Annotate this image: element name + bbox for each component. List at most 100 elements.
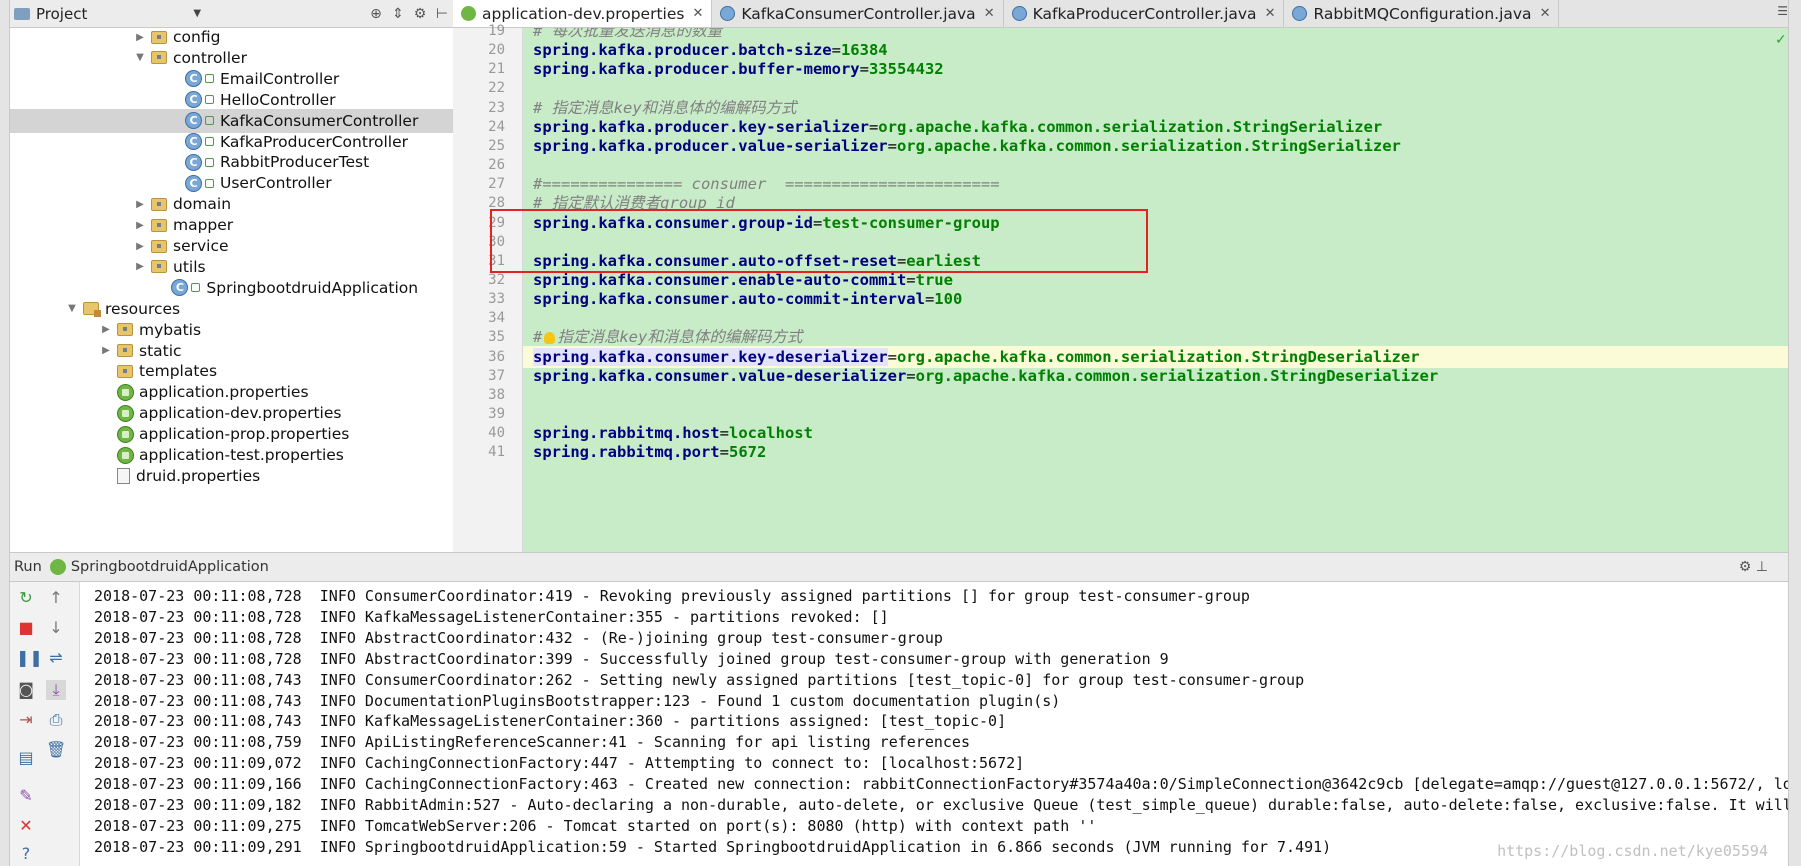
console-line: 2018-07-23 00:11:08,743 INFO ConsumerCoo… xyxy=(94,670,1305,689)
line-number: 41 xyxy=(488,444,505,461)
chevron-right-icon[interactable]: ▶ xyxy=(134,199,146,210)
tree-item-label: druid.properties xyxy=(136,466,261,485)
tab-list-icon[interactable]: ☰ xyxy=(1777,4,1788,18)
close-icon[interactable]: ✕ xyxy=(16,816,36,836)
tree-item-label: resources xyxy=(105,299,181,318)
close-icon[interactable]: ✕ xyxy=(1265,6,1276,21)
equals-sign: = xyxy=(924,290,935,309)
console-line: 2018-07-23 00:11:09,275 INFO TomcatWebSe… xyxy=(94,816,1097,835)
equals-sign: = xyxy=(887,347,897,366)
console-output[interactable]: 2018-07-23 00:11:08,728 INFO ConsumerCoo… xyxy=(80,582,1788,866)
import-icon[interactable]: ⇥ xyxy=(16,710,36,730)
camera-icon[interactable]: ◙ xyxy=(16,680,36,700)
console-line: 2018-07-23 00:11:09,291 INFO Springbootd… xyxy=(94,837,1332,856)
equals-sign: = xyxy=(906,270,916,289)
project-tree[interactable]: ▶ config ▼ controller C EmailController C Hello… xyxy=(10,28,453,552)
properties-file-icon xyxy=(117,425,134,443)
code-line[interactable]: spring.kafka.consumer.value-deserializer… xyxy=(533,365,1438,387)
property-key: spring.rabbitmq.host xyxy=(533,424,720,443)
chevron-right-icon[interactable]: ▶ xyxy=(134,32,146,43)
console-line: 2018-07-23 00:11:09,072 INFO CachingConn… xyxy=(94,754,1025,773)
folder-icon xyxy=(117,344,133,357)
tree-item[interactable]: druid.properties xyxy=(10,464,453,488)
property-value: org.apache.kafka.common.serialization.St… xyxy=(896,347,1420,366)
chevron-down-icon[interactable]: ▼ xyxy=(93,8,201,19)
tree-item-label: EmailController xyxy=(220,69,340,88)
class-icon: C xyxy=(185,91,202,109)
folder-icon xyxy=(117,323,133,337)
equals-sign: = xyxy=(887,136,897,155)
chevron-down-icon[interactable]: ▼ xyxy=(134,52,146,63)
stop-icon[interactable]: ■ xyxy=(16,618,36,638)
folder-icon xyxy=(83,302,101,318)
lock-icon xyxy=(205,157,214,167)
chevron-right-icon[interactable]: ▶ xyxy=(134,261,146,272)
lock-icon xyxy=(205,74,214,84)
help-icon[interactable]: ? xyxy=(16,844,36,864)
property-key: spring.kafka.consumer.auto-commit-interv… xyxy=(533,290,925,309)
tree-item-label: service xyxy=(173,237,229,255)
property-value: org.apache.kafka.common.serialization.St… xyxy=(896,136,1401,155)
tree-item-label: controller xyxy=(173,48,247,67)
print-icon[interactable]: ⎙ xyxy=(46,710,66,730)
collapse-icon[interactable]: ⇕ xyxy=(387,6,409,22)
console-line: 2018-07-23 00:11:09,166 INFO CachingConn… xyxy=(94,775,1788,794)
pin-icon[interactable]: ✎ xyxy=(16,786,36,806)
property-value: org.apache.kafka.common.serialization.St… xyxy=(878,117,1383,136)
close-icon[interactable]: ✕ xyxy=(984,6,995,21)
scroll-up-icon[interactable]: ↑ xyxy=(46,588,66,608)
scroll-to-end-icon[interactable]: ⤓ xyxy=(46,680,66,700)
tree-item-label: application-dev.properties xyxy=(139,404,342,423)
lightbulb-icon[interactable] xyxy=(544,331,556,344)
editor-tab[interactable]: KafkaConsumerController.java ✕ xyxy=(712,0,1004,27)
chevron-right-icon[interactable]: ▶ xyxy=(134,220,146,231)
code-editor[interactable]: # 每次批量发送消息的数量 spring.kafka.producer.batch… xyxy=(523,28,1788,552)
pause-icon[interactable]: ❚❚ xyxy=(16,648,43,668)
chevron-right-icon[interactable]: ▶ xyxy=(100,324,112,335)
comment-text: # 指定消息key和消息体的编解码方式 xyxy=(533,98,797,117)
close-icon[interactable]: ✕ xyxy=(692,6,703,21)
left-tool-strip[interactable] xyxy=(0,0,10,866)
close-icon[interactable]: ✕ xyxy=(1540,6,1551,21)
property-key: spring.kafka.consumer.enable-auto-commit xyxy=(533,270,907,289)
equals-sign: = xyxy=(719,424,729,443)
comment-text: # xyxy=(533,328,543,347)
chevron-down-icon[interactable]: ▼ xyxy=(66,303,78,314)
run-config-name[interactable]: SpringbootdruidApplication xyxy=(71,559,269,575)
soft-wrap-icon[interactable]: ⇌ xyxy=(46,648,66,668)
chevron-right-icon[interactable]: ▶ xyxy=(134,241,146,252)
tab-label: application-dev.properties xyxy=(482,4,685,23)
property-key: spring.rabbitmq.port xyxy=(533,443,720,462)
scroll-down-icon[interactable]: ↓ xyxy=(46,618,66,638)
equals-sign: = xyxy=(859,60,869,79)
code-line[interactable]: spring.rabbitmq.port=5672 xyxy=(533,441,766,463)
gear-icon[interactable]: ⚙ xyxy=(409,6,431,22)
project-panel-title[interactable]: Project xyxy=(36,5,87,23)
run-panel-tools[interactable]: ⚙ ⊥ xyxy=(1739,559,1768,575)
editor-tab[interactable]: RabbitMQConfiguration.java ✕ xyxy=(1284,0,1560,27)
class-icon xyxy=(1011,6,1027,21)
console-line: 2018-07-23 00:11:09,182 INFO RabbitAdmin… xyxy=(94,796,1788,814)
class-icon: C xyxy=(185,112,202,130)
equals-sign: = xyxy=(831,41,841,60)
property-value: true xyxy=(915,270,953,289)
folder-icon xyxy=(151,30,167,44)
tree-item-label: templates xyxy=(139,362,218,381)
clear-all-icon[interactable]: 🗑 xyxy=(46,740,66,760)
editor-tab[interactable]: KafkaProducerController.java ✕ xyxy=(1003,0,1285,27)
folder-icon xyxy=(151,218,167,232)
hide-panel-icon[interactable]: ⊢ xyxy=(431,6,453,22)
code-line[interactable]: spring.kafka.producer.value-serializer=o… xyxy=(533,135,1401,157)
property-key: spring.kafka.producer.value-serializer xyxy=(533,136,888,155)
tree-item-label: UserController xyxy=(220,174,332,193)
code-line[interactable]: spring.kafka.consumer.auto-commit-interv… xyxy=(533,288,962,310)
property-key: spring.kafka.producer.key-serializer xyxy=(533,117,869,136)
rerun-icon[interactable]: ↻ xyxy=(16,588,36,608)
properties-file-icon xyxy=(117,383,134,401)
chevron-right-icon[interactable]: ▶ xyxy=(100,345,112,356)
code-line[interactable]: spring.kafka.producer.buffer-memory=3355… xyxy=(533,58,944,80)
right-tool-strip[interactable]: ✓ xyxy=(1775,0,1801,866)
layout-icon[interactable]: ▤ xyxy=(16,748,36,768)
target-icon[interactable]: ⊕ xyxy=(365,6,387,22)
class-icon xyxy=(1292,6,1308,21)
